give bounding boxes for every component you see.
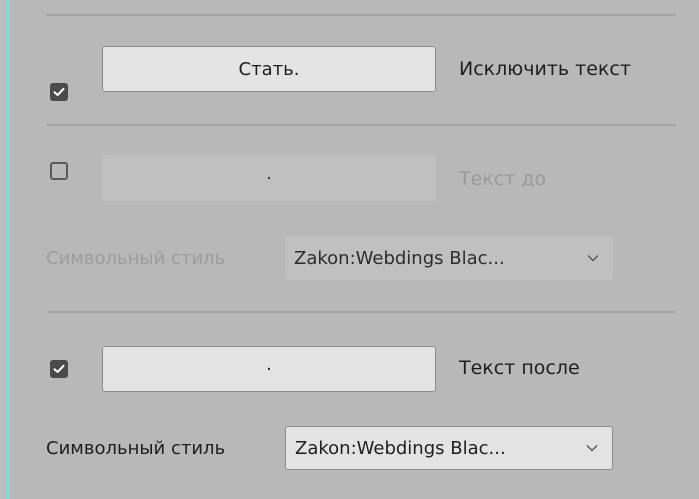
divider-top (46, 14, 676, 16)
checkmark-icon (53, 364, 65, 373)
exclude-text-checkbox[interactable] (50, 83, 68, 101)
text-after-button[interactable]: · (102, 346, 436, 392)
text-before-button-label: · (266, 167, 272, 189)
text-before-button[interactable]: · (102, 155, 436, 201)
text-after-char-style-label: Символьный стиль (46, 438, 226, 459)
exclude-text-label: Исключить текст (459, 58, 631, 80)
text-after-char-style-select[interactable]: Zakon:Webdings Blac... (285, 426, 613, 470)
text-after-checkbox[interactable] (50, 360, 68, 378)
exclude-text-button[interactable]: Стать. (102, 46, 436, 92)
text-after-button-label: · (266, 358, 272, 380)
panel-edge-accent (0, 0, 10, 499)
exclude-text-button-label: Стать. (238, 58, 300, 80)
text-after-char-style-value: Zakon:Webdings Blac... (295, 437, 506, 459)
chevron-down-icon (586, 445, 598, 452)
text-before-label: Текст до (459, 168, 547, 190)
text-before-checkbox[interactable] (50, 162, 68, 180)
text-before-char-style-value: Zakon:Webdings Blac... (294, 247, 505, 269)
text-before-char-style-select[interactable]: Zakon:Webdings Blac... (285, 236, 613, 280)
bullet-text-options-panel: Стать. Исключить текст · Текст до Символ… (10, 0, 699, 499)
checkmark-icon (53, 87, 65, 96)
divider-middle (46, 124, 676, 126)
chevron-down-icon (587, 255, 599, 262)
text-before-char-style-label: Символьный стиль (46, 248, 226, 269)
text-after-label: Текст после (459, 357, 580, 379)
divider-bottom (46, 311, 676, 313)
